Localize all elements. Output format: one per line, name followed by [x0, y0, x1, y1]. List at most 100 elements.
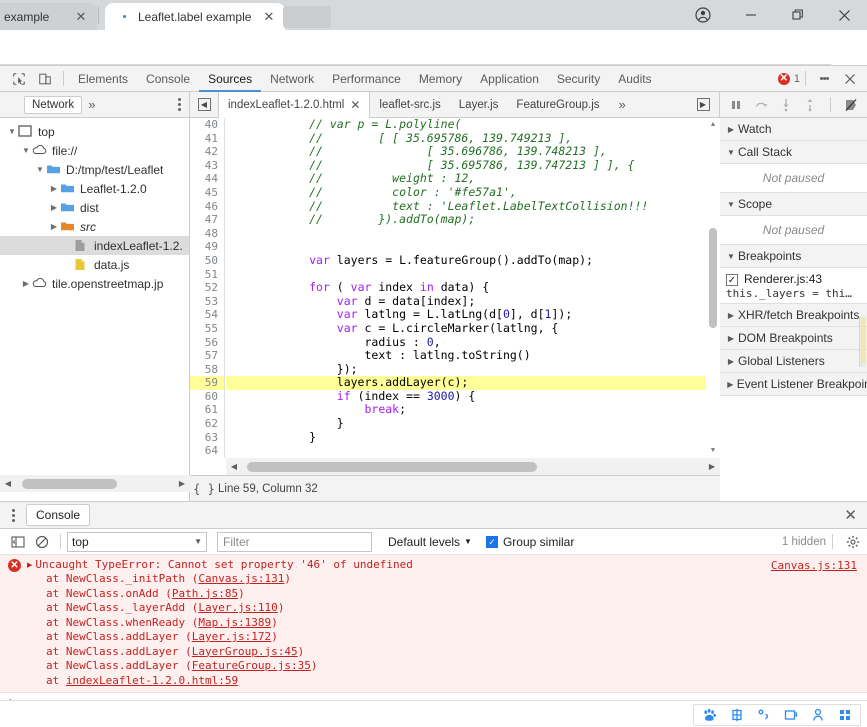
file-tab-close-icon[interactable]: ✕: [350, 92, 360, 118]
code-line[interactable]: // var p = L.polyline(: [226, 118, 706, 132]
chevron-down-icon[interactable]: ▼: [194, 537, 202, 546]
tab-application[interactable]: Application: [471, 66, 548, 92]
console-sidebar-icon[interactable]: [6, 530, 30, 554]
code-editor[interactable]: 40 41 42 43 44 45 46 47 48 49 50 51 52 53 54 55 56 57 58 59…: [190, 118, 720, 458]
tree-item-dist-folder[interactable]: ▶ dist: [0, 198, 189, 217]
chevron-down-icon[interactable]: ▼: [724, 252, 738, 261]
window-minimize-button[interactable]: [728, 0, 773, 30]
device-toolbar-icon[interactable]: [32, 67, 58, 91]
tree-item-leaflet-folder[interactable]: ▶ Leaflet-1.2.0: [0, 179, 189, 198]
browser-tab-1[interactable]: example ✕: [0, 3, 97, 30]
tab-console[interactable]: Console: [137, 66, 199, 92]
stack-frame-link[interactable]: Layer.js:172: [192, 630, 271, 643]
line-number[interactable]: 43: [190, 159, 224, 173]
console-log-levels-select[interactable]: Default levels ▼: [388, 535, 472, 549]
tree-item-src-folder[interactable]: ▶ src: [0, 217, 189, 236]
navigator-tab-network[interactable]: Network: [24, 95, 83, 114]
pretty-print-icon[interactable]: { }: [190, 482, 218, 496]
line-number[interactable]: 48: [190, 227, 224, 241]
tab-sources[interactable]: Sources: [199, 66, 261, 92]
line-number[interactable]: 51: [190, 268, 224, 282]
inspect-element-icon[interactable]: [6, 67, 32, 91]
show-navigator-icon[interactable]: ◀: [190, 92, 218, 118]
navigator-kebab-menu-icon[interactable]: [178, 97, 181, 112]
chevron-right-icon[interactable]: ▶: [48, 179, 60, 198]
navigator-horizontal-scrollbar[interactable]: ◀ ▶: [0, 475, 190, 492]
breakpoint-item[interactable]: ✓ Renderer.js:43: [720, 270, 867, 286]
line-number[interactable]: 42: [190, 145, 224, 159]
section-watch[interactable]: ▶ Watch: [720, 118, 867, 141]
window-close-button[interactable]: [822, 0, 867, 30]
step-into-icon[interactable]: [776, 95, 796, 115]
new-tab-button[interactable]: [283, 6, 331, 28]
chevron-right-icon[interactable]: ▶: [724, 334, 738, 343]
code-content[interactable]: // var p = L.polyline( // [ [ 35.695786,…: [226, 118, 706, 458]
browser-tab-2[interactable]: Leaflet.label example ✕: [105, 3, 285, 30]
hscroll-track[interactable]: [242, 458, 704, 475]
devtools-kebab-menu-icon[interactable]: [811, 67, 837, 91]
code-line[interactable]: }: [226, 430, 706, 445]
file-tab-leaflet-src[interactable]: leaflet-src.js: [370, 92, 449, 118]
line-number[interactable]: 53: [190, 295, 224, 309]
file-tab-featuregroup-js[interactable]: FeatureGroup.js: [507, 92, 608, 118]
chevron-right-icon[interactable]: ▶: [48, 217, 60, 236]
degree-comma-icon[interactable]: [757, 708, 771, 722]
section-dom-breakpoints[interactable]: ▶ DOM Breakpoints: [720, 327, 867, 350]
code-line[interactable]: // [ 35.696786, 139.748213 ],: [226, 144, 706, 159]
group-similar-checkbox[interactable]: ✓: [485, 535, 498, 548]
chevron-right-icon[interactable]: ▶: [724, 380, 737, 389]
editor-hscroll-thumb[interactable]: [247, 462, 537, 472]
console-error-source-link[interactable]: Canvas.js:131: [771, 559, 857, 572]
tree-item-tile-openstreetmap[interactable]: ▶ tile.openstreetmap.jp: [0, 274, 189, 293]
deactivate-breakpoints-icon[interactable]: [841, 95, 861, 115]
section-xhr-breakpoints[interactable]: ▶ XHR/fetch Breakpoints: [720, 304, 867, 327]
line-number[interactable]: 57: [190, 349, 224, 363]
line-number[interactable]: 54: [190, 308, 224, 322]
section-event-listener-breakpoints[interactable]: ▶ Event Listener Breakpoints: [720, 373, 867, 396]
stack-frame-link[interactable]: Path.js:85: [172, 587, 238, 600]
drawer-tab-console[interactable]: Console: [26, 504, 91, 526]
file-tab-index-html[interactable]: indexLeaflet-1.2.0.html ✕: [218, 91, 371, 118]
stack-frame-link[interactable]: indexLeaflet-1.2.0.html:59: [66, 674, 238, 687]
line-number[interactable]: 52: [190, 281, 224, 295]
line-number[interactable]: 41: [190, 132, 224, 146]
code-line[interactable]: var latlng = L.latLng(d[0], d[1]);: [226, 308, 706, 322]
stack-frame-link[interactable]: LayerGroup.js:45: [192, 645, 298, 658]
line-number[interactable]: 44: [190, 172, 224, 186]
code-line[interactable]: [226, 444, 706, 458]
code-line[interactable]: var layers = L.featureGroup().addTo(map)…: [226, 253, 706, 268]
tree-item-data-js[interactable]: data.js: [0, 255, 189, 274]
scroll-right-icon[interactable]: ▶: [704, 462, 720, 471]
file-tabs-more-icon[interactable]: »: [609, 97, 636, 112]
line-number[interactable]: 58: [190, 363, 224, 377]
code-line[interactable]: }: [226, 416, 706, 431]
debugger-scrollbar[interactable]: [859, 317, 866, 367]
code-line[interactable]: });: [226, 362, 706, 377]
navigator-more-tabs-icon[interactable]: »: [88, 97, 95, 112]
line-number[interactable]: 40: [190, 118, 224, 132]
line-number[interactable]: 49: [190, 240, 224, 254]
drawer-kebab-menu-icon[interactable]: [0, 508, 26, 523]
chevron-right-icon[interactable]: ▶: [724, 357, 738, 366]
code-line[interactable]: text : latlng.toString(): [226, 348, 706, 363]
tab-audits[interactable]: Audits: [609, 66, 660, 92]
stack-frame-link[interactable]: Canvas.js:131: [198, 572, 284, 585]
person-icon[interactable]: [811, 708, 825, 722]
tree-item-root-folder[interactable]: ▼ D:/tmp/test/Leaflet: [0, 160, 189, 179]
devtools-close-icon[interactable]: [837, 67, 863, 91]
code-line[interactable]: break;: [226, 403, 706, 417]
expand-error-icon[interactable]: ▶: [27, 561, 32, 569]
tab-security[interactable]: Security: [548, 66, 609, 92]
scroll-up-icon[interactable]: ▲: [706, 118, 720, 132]
scroll-left-icon[interactable]: ◀: [226, 462, 242, 471]
chevron-right-icon[interactable]: ▶: [724, 125, 738, 134]
chevron-down-icon[interactable]: ▼: [20, 141, 32, 160]
console-error-entry[interactable]: ✕ ▶ Uncaught TypeError: Cannot set prope…: [0, 555, 867, 693]
chevron-down-icon[interactable]: ▼: [34, 160, 46, 179]
line-number[interactable]: 62: [190, 417, 224, 431]
drawer-close-icon[interactable]: ✕: [844, 506, 857, 524]
line-number[interactable]: 64: [190, 444, 224, 458]
profile-icon[interactable]: [680, 0, 725, 30]
tree-item-file-protocol[interactable]: ▼ file://: [0, 141, 189, 160]
scroll-right-icon[interactable]: ▶: [174, 479, 190, 488]
